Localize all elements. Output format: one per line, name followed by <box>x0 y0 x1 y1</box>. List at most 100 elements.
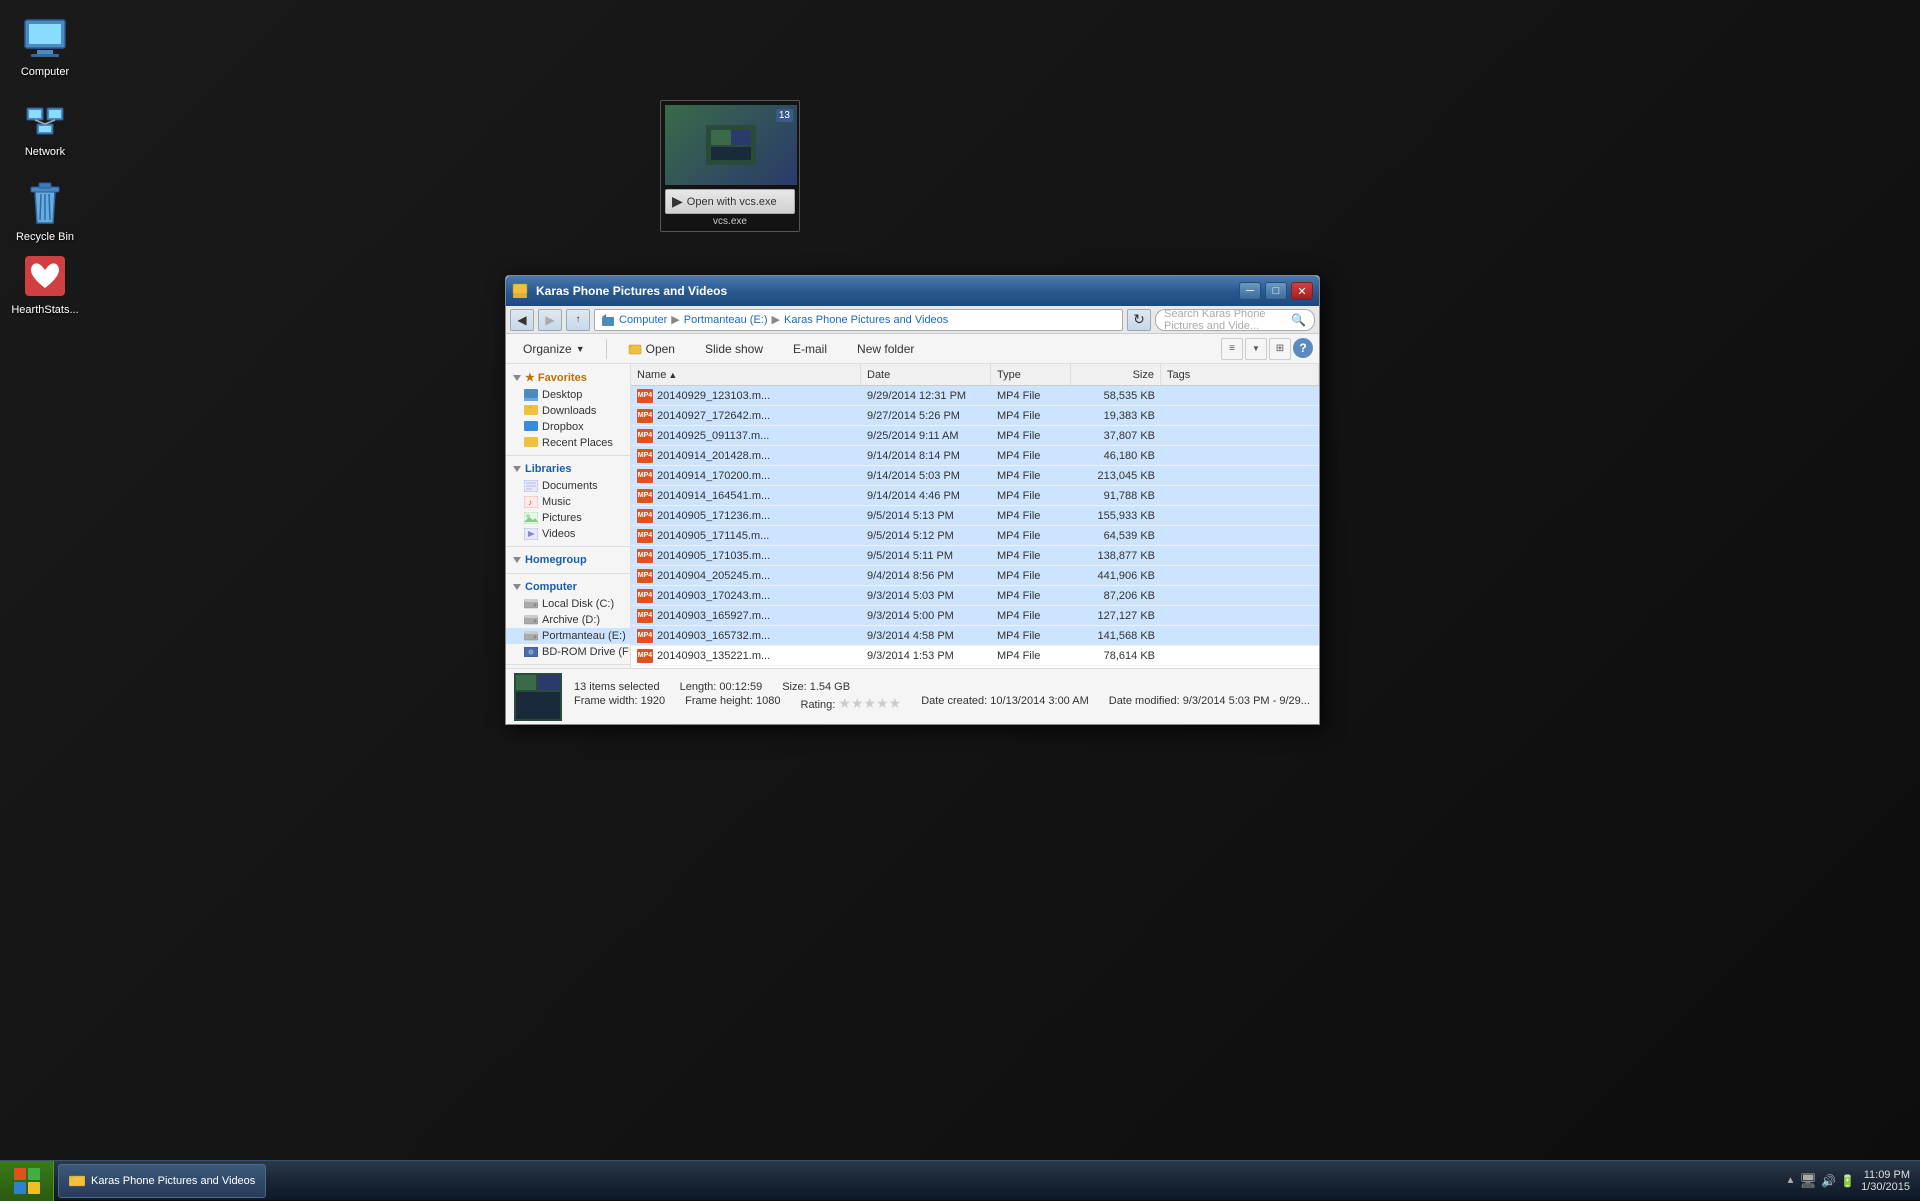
desktop-icon-recycle-bin[interactable]: Recycle Bin <box>5 175 85 247</box>
sidebar-divider-4 <box>506 664 630 665</box>
computer-header[interactable]: Computer <box>506 578 630 596</box>
new-folder-button[interactable]: New folder <box>846 339 925 359</box>
desktop-icon-hearthstats[interactable]: HearthStats... <box>5 248 85 320</box>
file-row[interactable]: MP4 20140929_123103.m... 9/29/2014 12:31… <box>631 386 1319 406</box>
file-cell-name: MP4 20140903_170243.m... <box>631 589 861 603</box>
taskbar-explorer-button[interactable]: Karas Phone Pictures and Videos <box>58 1164 266 1198</box>
organize-button[interactable]: Organize ▼ <box>512 339 596 359</box>
sidebar-item-music[interactable]: ♪ Music <box>506 494 630 510</box>
col-header-date[interactable]: Date <box>861 364 991 385</box>
status-info: 13 items selected Length: 00:12:59 Size:… <box>574 681 1311 712</box>
file-row[interactable]: MP4 20140925_091137.m... 9/25/2014 9:11 … <box>631 426 1319 446</box>
email-button[interactable]: E-mail <box>782 339 838 359</box>
breadcrumb-portmanteau[interactable]: Portmanteau (E:) <box>684 314 768 326</box>
file-cell-type: MP4 File <box>991 410 1071 422</box>
file-row[interactable]: MP4 20140927_172642.m... 9/27/2014 5:26 … <box>631 406 1319 426</box>
minimize-button[interactable]: ─ <box>1239 282 1261 300</box>
sidebar-item-local-disk-c[interactable]: Local Disk (C:) <box>506 596 630 612</box>
search-box[interactable]: Search Karas Phone Pictures and Vide... … <box>1155 309 1315 331</box>
sidebar-item-videos[interactable]: Videos <box>506 526 630 542</box>
help-button[interactable]: ? <box>1293 338 1313 358</box>
refresh-button[interactable]: ↻ <box>1127 309 1151 331</box>
sidebar-item-portmanteau-e[interactable]: Portmanteau (E:) <box>506 628 630 644</box>
file-row[interactable]: MP4 20140903_073608.m... 9/3/2014 7:37 A… <box>631 666 1319 668</box>
title-bar: Karas Phone Pictures and Videos ─ □ ✕ <box>506 276 1319 306</box>
file-row[interactable]: MP4 20140904_205245.m... 9/4/2014 8:56 P… <box>631 566 1319 586</box>
vcs-badge: 13 <box>776 109 793 122</box>
status-selected: 13 items selected <box>574 681 660 693</box>
file-row[interactable]: MP4 20140914_164541.m... 9/14/2014 4:46 … <box>631 486 1319 506</box>
file-row[interactable]: MP4 20140905_171145.m... 9/5/2014 5:12 P… <box>631 526 1319 546</box>
open-button[interactable]: Open <box>617 339 686 359</box>
col-header-type[interactable]: Type <box>991 364 1071 385</box>
col-header-size[interactable]: Size <box>1071 364 1161 385</box>
favorites-header[interactable]: ★ Favorites <box>506 368 630 387</box>
sidebar-item-recent-places[interactable]: Recent Places <box>506 435 630 451</box>
slideshow-button[interactable]: Slide show <box>694 339 774 359</box>
sidebar-item-bdrom-f[interactable]: BD-ROM Drive (F: <box>506 644 630 660</box>
back-button[interactable]: ◀ <box>510 309 534 331</box>
view-dropdown-button[interactable]: ▼ <box>1245 338 1267 360</box>
taskbar-clock[interactable]: 11:09 PM 1/30/2015 <box>1861 1169 1910 1193</box>
network-icon-label: Network <box>25 146 65 158</box>
close-button[interactable]: ✕ <box>1291 282 1313 300</box>
col-header-name[interactable]: Name ▲ <box>631 364 861 385</box>
file-row[interactable]: MP4 20140903_165927.m... 9/3/2014 5:00 P… <box>631 606 1319 626</box>
view-details-button[interactable]: ≡ <box>1221 338 1243 360</box>
file-cell-size: 19,383 KB <box>1071 410 1161 422</box>
file-row[interactable]: MP4 20140914_170200.m... 9/14/2014 5:03 … <box>631 466 1319 486</box>
computer-icon-label: Computer <box>21 66 69 78</box>
title-bar-text: Karas Phone Pictures and Videos <box>532 284 1235 298</box>
sidebar-item-archive-d[interactable]: Archive (D:) <box>506 612 630 628</box>
file-cell-type: MP4 File <box>991 570 1071 582</box>
dropbox-sidebar-icon <box>524 421 538 433</box>
file-cell-date: 9/27/2014 5:26 PM <box>861 410 991 422</box>
file-cell-type: MP4 File <box>991 450 1071 462</box>
status-length: Length: 00:12:59 <box>680 681 763 693</box>
sidebar-item-desktop[interactable]: Desktop <box>506 387 630 403</box>
file-cell-size: 155,933 KB <box>1071 510 1161 522</box>
disk-d-icon <box>524 615 538 625</box>
mp4-icon: MP4 <box>637 389 653 403</box>
sidebar-divider-1 <box>506 455 630 456</box>
rating-stars[interactable]: ★★★★★ <box>838 695 901 711</box>
forward-button[interactable]: ▶ <box>538 309 562 331</box>
sidebar-item-dropbox[interactable]: Dropbox <box>506 419 630 435</box>
file-cell-date: 9/3/2014 1:53 PM <box>861 650 991 662</box>
file-row[interactable]: MP4 20140903_165732.m... 9/3/2014 4:58 P… <box>631 626 1319 646</box>
file-row[interactable]: MP4 20140903_170243.m... 9/3/2014 5:03 P… <box>631 586 1319 606</box>
vcs-open-button[interactable]: ▶ Open with vcs.exe <box>665 189 795 214</box>
desktop-icon-network[interactable]: Network <box>5 90 85 162</box>
tray-show-hidden[interactable]: ▲ <box>1785 1175 1795 1186</box>
sidebar-item-downloads[interactable]: Downloads <box>506 403 630 419</box>
up-button[interactable]: ↑ <box>566 309 590 331</box>
file-row[interactable]: MP4 20140903_135221.m... 9/3/2014 1:53 P… <box>631 646 1319 666</box>
homegroup-header[interactable]: Homegroup <box>506 551 630 569</box>
start-button[interactable] <box>0 1161 54 1201</box>
sidebar-divider-2 <box>506 546 630 547</box>
toolbar: Organize ▼ Open Slide show E-mail New fo… <box>506 334 1319 364</box>
sidebar-item-pictures[interactable]: Pictures <box>506 510 630 526</box>
col-header-tags[interactable]: Tags <box>1161 364 1319 385</box>
libraries-header[interactable]: Libraries <box>506 460 630 478</box>
sidebar: ★ Favorites Desktop Downloads <box>506 364 631 668</box>
open-icon <box>628 342 642 356</box>
mp4-icon: MP4 <box>637 409 653 423</box>
file-row[interactable]: MP4 20140914_201428.m... 9/14/2014 8:14 … <box>631 446 1319 466</box>
file-row[interactable]: MP4 20140905_171035.m... 9/5/2014 5:11 P… <box>631 546 1319 566</box>
breadcrumb-karas[interactable]: Karas Phone Pictures and Videos <box>784 314 948 326</box>
breadcrumb[interactable]: Computer ▶ Portmanteau (E:) ▶ Karas Phon… <box>594 309 1123 331</box>
videos-icon <box>524 528 538 540</box>
maximize-button[interactable]: □ <box>1265 282 1287 300</box>
desktop-icon-computer[interactable]: Computer <box>5 10 85 82</box>
file-row[interactable]: MP4 20140905_171236.m... 9/5/2014 5:13 P… <box>631 506 1319 526</box>
status-date-modified: Date modified: 9/3/2014 5:03 PM - 9/29..… <box>1109 695 1310 712</box>
file-cell-name: MP4 20140905_171145.m... <box>631 529 861 543</box>
view-large-icons-button[interactable]: ⊞ <box>1269 338 1291 360</box>
sidebar-item-documents[interactable]: Documents <box>506 478 630 494</box>
tray-sound-icon[interactable]: 🔊 <box>1821 1174 1836 1188</box>
mp4-icon: MP4 <box>637 589 653 603</box>
breadcrumb-computer[interactable]: Computer <box>619 314 667 326</box>
file-cell-type: MP4 File <box>991 530 1071 542</box>
disk-e-icon <box>524 631 538 641</box>
